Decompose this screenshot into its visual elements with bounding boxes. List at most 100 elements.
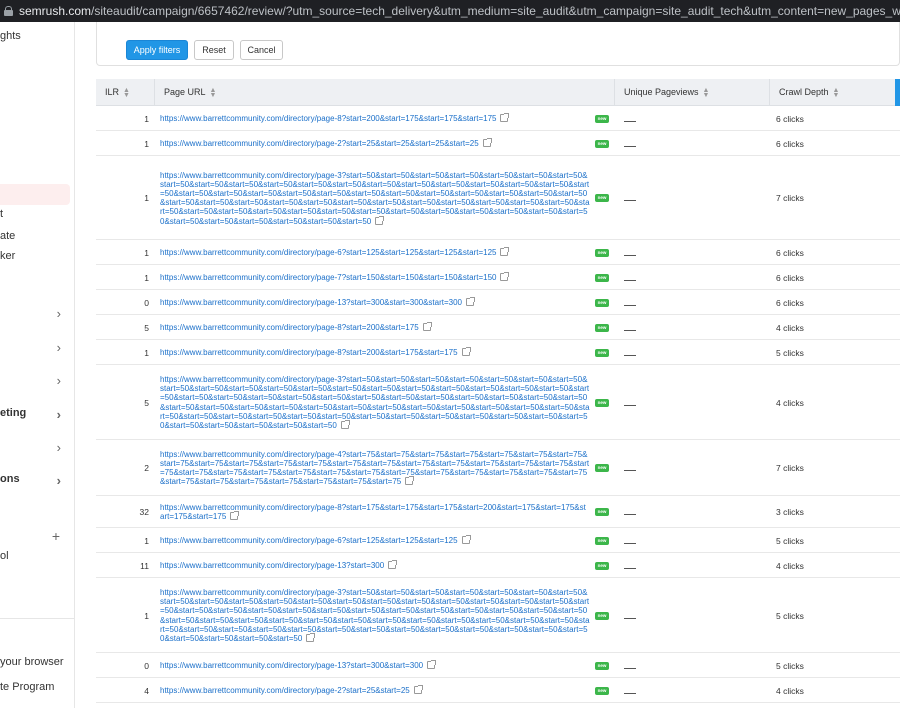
unique-pageviews-empty [624,200,636,201]
page-url-text[interactable]: https://www.barrettcommunity.com/directo… [160,323,419,332]
ilr-value: 1 [144,535,149,546]
crawl-depth-value: 6 clicks [776,138,804,149]
cancel-button[interactable]: Cancel [240,40,283,60]
page-url-link[interactable]: https://www.barrettcommunity.com/directo… [160,588,590,643]
reset-button[interactable]: Reset [194,40,234,60]
page-url-link[interactable]: https://www.barrettcommunity.com/directo… [160,660,590,670]
page-url-text[interactable]: https://www.barrettcommunity.com/directo… [160,348,458,357]
external-link-icon[interactable] [388,560,398,569]
page-url-link[interactable]: https://www.barrettcommunity.com/directo… [160,322,590,332]
unique-pageviews-empty [624,470,636,471]
page-url-text[interactable]: https://www.barrettcommunity.com/directo… [160,686,410,695]
chevron-right-icon: › [56,373,61,388]
ilr-value: 1 [144,610,149,621]
page-url-link[interactable]: https://www.barrettcommunity.com/directo… [160,171,590,226]
chevron-right-icon: › [56,306,61,321]
external-link-icon[interactable] [427,660,437,669]
add-icon[interactable]: + [52,528,60,544]
external-link-icon[interactable] [466,297,475,306]
external-link-icon[interactable] [306,633,316,643]
table-row: 1 https://www.barrettcommunity.com/direct… [96,528,900,553]
sidebar-item[interactable]: ate [0,230,74,242]
ilr-value: 5 [144,322,149,333]
external-link-icon[interactable] [340,420,350,430]
column-page-url-label: Page URL [164,87,206,97]
page-url-text[interactable]: https://www.barrettcommunity.com/directo… [160,561,384,570]
page-url-link[interactable]: https://www.barrettcommunity.com/directo… [160,138,590,148]
main-content: Apply filters Reset Cancel ILR ▲ ▼ Page UR… [75,22,900,708]
page-url-text[interactable]: https://www.barrettcommunity.com/directo… [160,375,590,430]
page-url-text[interactable]: https://www.barrettcommunity.com/directo… [160,503,586,521]
page-url-text[interactable]: https://www.barrettcommunity.com/directo… [160,248,496,257]
external-link-icon[interactable] [405,476,415,486]
new-badge: new [595,398,609,407]
sidebar-item[interactable]: ker [0,250,74,262]
sidebar-item-label: ker [0,250,16,262]
column-divider [154,79,155,106]
sidebar-item[interactable]: ons › [0,473,74,488]
unique-pageviews-empty [624,304,636,306]
page-url-text[interactable]: https://www.barrettcommunity.com/directo… [160,661,423,670]
crawl-depth-value: 6 clicks [776,297,804,308]
table-row: 1 https://www.barrettcommunity.com/direct… [96,265,900,290]
new-badge: new [595,248,609,257]
sort-icon: ▲ ▼ [832,86,840,99]
page-url-text[interactable]: https://www.barrettcommunity.com/directo… [160,588,590,643]
page-url-link[interactable]: https://www.barrettcommunity.com/directo… [160,535,590,545]
column-unique-pageviews[interactable]: Unique Pageviews ▲ ▼ [624,79,709,106]
apply-filters-button[interactable]: Apply filters [126,40,188,60]
column-crawl-depth[interactable]: Crawl Depth ▲ ▼ [779,79,839,106]
page-url-link[interactable]: https://www.barrettcommunity.com/directo… [160,113,590,123]
page-url-link[interactable]: https://www.barrettcommunity.com/directo… [160,272,590,282]
external-link-icon[interactable] [500,247,510,256]
filter-panel: Apply filters Reset Cancel [96,22,900,66]
page-url-text[interactable]: https://www.barrettcommunity.com/directo… [160,536,458,545]
external-link-icon[interactable] [413,685,423,694]
page-url-link[interactable]: https://www.barrettcommunity.com/directo… [160,450,590,487]
page-url-text[interactable]: https://www.barrettcommunity.com/directo… [160,298,462,307]
page-url-link[interactable]: https://www.barrettcommunity.com/directo… [160,503,590,521]
page-url-link[interactable]: https://www.barrettcommunity.com/directo… [160,375,590,430]
page-url-link[interactable]: https://www.barrettcommunity.com/directo… [160,560,590,570]
sidebar-item[interactable]: ghts [0,30,74,42]
sidebar-item-label: ghts [0,30,21,42]
ilr-value: 1 [144,193,149,203]
ilr-value: 2 [144,463,149,473]
chevron-right-icon: › [56,440,61,455]
external-link-icon[interactable] [375,215,385,225]
crawl-depth-value: 5 clicks [776,535,804,546]
page-url-link[interactable]: https://www.barrettcommunity.com/directo… [160,347,590,357]
page-url-text[interactable]: https://www.barrettcommunity.com/directo… [160,114,496,123]
crawl-depth-value: 7 clicks [776,193,804,203]
page-url-text[interactable]: https://www.barrettcommunity.com/directo… [160,273,496,282]
chevron-right-icon: › [56,473,61,488]
external-link-icon[interactable] [461,347,471,356]
table-row: 1 https://www.barrettcommunity.com/direct… [96,131,900,156]
crawl-depth-value: 4 clicks [776,397,804,408]
external-link-icon[interactable] [422,322,432,331]
table-row: 1 https://www.barrettcommunity.com/direct… [96,340,900,365]
horizontal-scrollbar[interactable] [895,79,900,106]
external-link-icon[interactable] [482,138,492,147]
page-url-link[interactable]: https://www.barrettcommunity.com/directo… [160,685,590,695]
sidebar-item[interactable]: te Program [0,681,74,693]
page-url-link[interactable]: https://www.barrettcommunity.com/directo… [160,247,590,257]
address-bar[interactable]: semrush.com/siteaudit/campaign/6657462/r… [0,0,900,22]
external-link-icon[interactable] [500,113,510,122]
column-ilr[interactable]: ILR ▲ ▼ [105,79,130,106]
address-host: semrush.com [19,4,92,18]
external-link-icon[interactable] [461,535,471,544]
page-url-text[interactable]: https://www.barrettcommunity.com/directo… [160,450,589,487]
page-url-link[interactable]: https://www.barrettcommunity.com/directo… [160,297,590,307]
new-badge: new [595,464,609,472]
sidebar-item[interactable]: t [0,208,74,220]
table-row: 1 https://www.barrettcommunity.com/direct… [96,156,900,240]
sidebar-item[interactable]: your browser [0,656,74,668]
sidebar-item[interactable]: eting › [0,407,74,422]
external-link-icon[interactable] [230,511,240,521]
external-link-icon[interactable] [500,272,510,281]
sidebar-item[interactable]: ol [0,550,74,562]
column-page-url[interactable]: Page URL ▲ ▼ [164,79,216,106]
page-url-text[interactable]: https://www.barrettcommunity.com/directo… [160,139,479,148]
new-badge: new [595,194,609,202]
